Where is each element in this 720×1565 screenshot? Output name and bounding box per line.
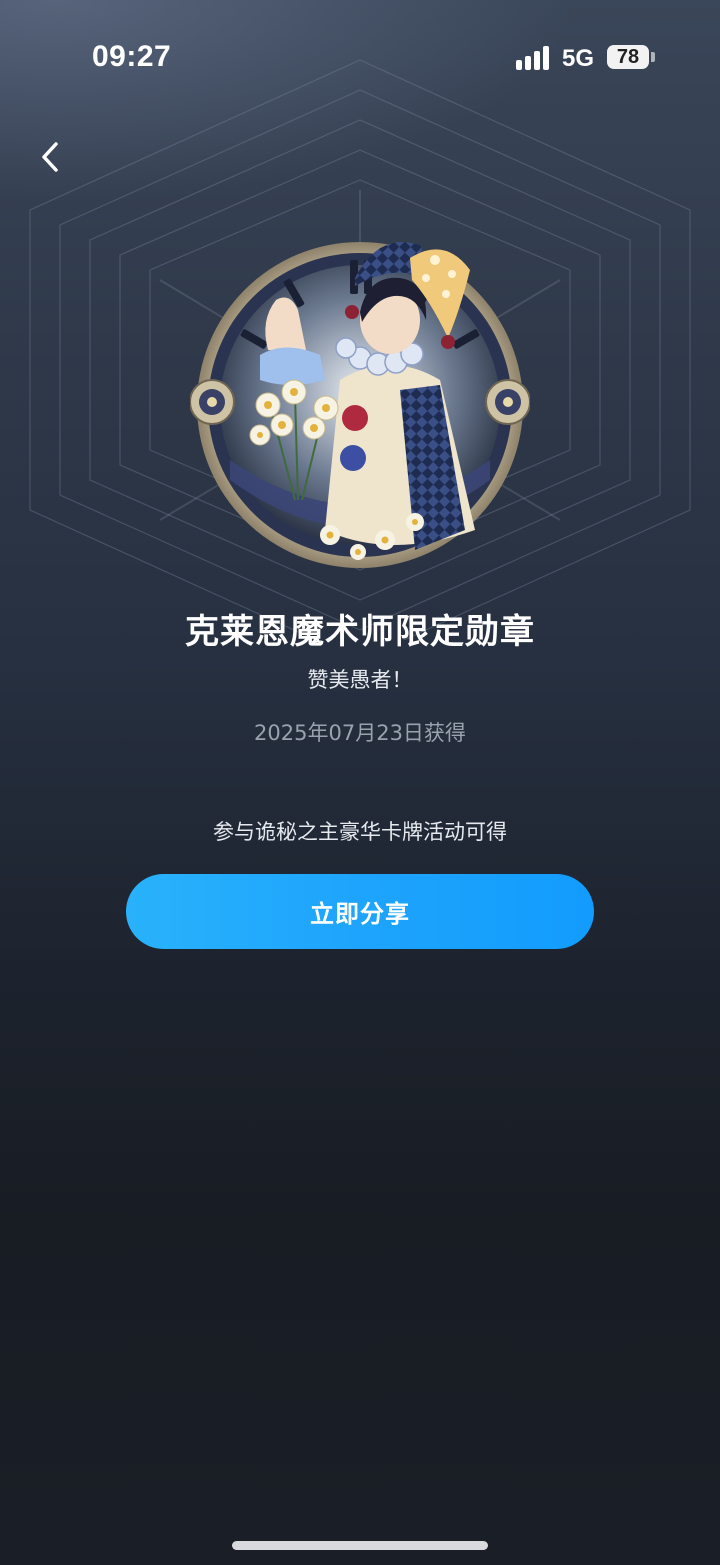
battery-icon: 78 <box>607 45 649 69</box>
back-button[interactable] <box>32 135 72 179</box>
badge-title: 克莱恩魔术师限定勋章 <box>185 612 535 652</box>
signal-strength-icon <box>516 46 552 70</box>
badge-image <box>190 242 530 568</box>
status-bar: 09:27 5G 78 <box>0 0 720 110</box>
earned-date: 2025年07月23日获得 <box>254 721 466 745</box>
chevron-left-icon <box>42 142 58 172</box>
badge-source-text: 参与诡秘之主豪华卡牌活动可得 <box>213 820 507 844</box>
status-time: 09:27 <box>92 40 172 73</box>
battery-cap <box>651 52 655 62</box>
share-button-label: 立即分享 <box>310 900 410 928</box>
badge-subtitle: 赞美愚者！ <box>307 668 413 692</box>
network-type: 5G <box>562 45 595 72</box>
home-indicator[interactable] <box>232 1541 488 1550</box>
share-button[interactable]: 立即分享 <box>126 874 594 949</box>
